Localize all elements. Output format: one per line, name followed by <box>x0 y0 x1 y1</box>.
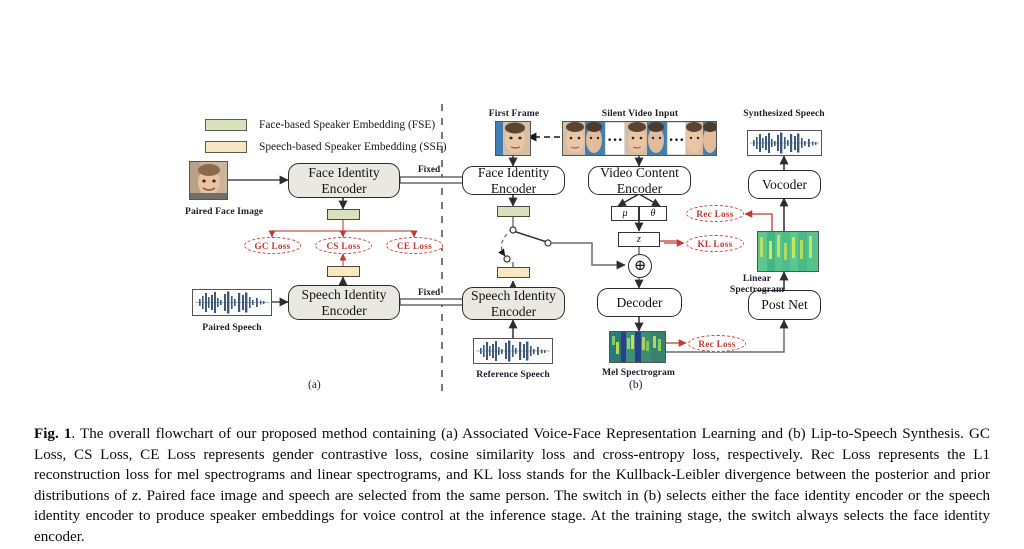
speech-identity-encoder-b: Speech Identity Encoder <box>462 287 565 320</box>
sse-embedding-bar-a <box>327 266 360 277</box>
mel-spectrogram <box>609 331 666 363</box>
first-frame-caption: First Frame <box>488 108 540 119</box>
face-identity-encoder-a: Face Identity Encoder <box>288 163 400 198</box>
decoder-box: Decoder <box>597 288 682 317</box>
synthesized-speech-caption: Synthesized Speech <box>743 108 825 119</box>
sum-plus-symbol: ⊕ <box>633 257 647 274</box>
legend-item-fse: Face-based Speaker Embedding (FSE) <box>205 119 435 131</box>
linear-spectrogram-caption: Linear Spectrogram <box>724 273 790 295</box>
legend-label-sse: Speech-based Speaker Embedding (SSE) <box>259 141 447 153</box>
fixed-label-speech: Fixed <box>418 288 441 298</box>
speech-identity-encoder-a-label: Speech Identity Encoder <box>301 286 387 318</box>
speech-identity-encoder-b-label: Speech Identity Encoder <box>471 287 556 319</box>
identity-switch <box>498 217 552 267</box>
video-content-encoder: Video Content Encoder <box>588 164 691 196</box>
legend-swatch-sse <box>205 141 247 153</box>
reference-speech-caption: Reference Speech <box>476 369 550 380</box>
cs-loss-pill: CS Loss <box>315 237 372 254</box>
legend-item-sse: Speech-based Speaker Embedding (SSE) <box>205 141 447 153</box>
face-identity-encoder-b: Face Identity Encoder <box>462 164 565 196</box>
first-frame-thumbnail <box>495 121 531 156</box>
speech-identity-encoder-a: Speech Identity Encoder <box>288 285 400 320</box>
linear-spectrogram <box>757 231 819 272</box>
paired-face-image-caption: Paired Face Image <box>185 206 264 217</box>
linear-spectrogram-caption-line1: Linear <box>742 273 772 284</box>
synthesized-speech-waveform <box>747 130 822 156</box>
panel-a-tag: (a) <box>308 379 321 391</box>
kl-loss-pill: KL Loss <box>686 235 744 252</box>
paired-speech-caption: Paired Speech <box>202 322 262 333</box>
z-latent-cell: z <box>618 232 660 247</box>
theta-cell: θ <box>639 206 667 221</box>
legend-label-fse: Face-based Speaker Embedding (FSE) <box>259 119 436 131</box>
fse-embedding-bar-a <box>327 209 360 220</box>
fixed-label-face: Fixed <box>418 165 441 175</box>
video-content-encoder-label: Video Content Encoder <box>600 164 679 196</box>
svg-text:•••: ••• <box>669 136 685 146</box>
ce-loss-pill: CE Loss <box>386 237 443 254</box>
fse-embedding-bar-b <box>497 206 530 217</box>
figure-caption: Fig. 1. The overall flowchart of our pro… <box>34 424 990 548</box>
rec-loss-mel-pill: Rec Loss <box>688 335 746 352</box>
mu-cell: μ <box>611 206 639 221</box>
sum-plus-node: ⊕ <box>628 254 652 278</box>
figure-number: Fig. 1 <box>34 426 72 442</box>
face-identity-encoder-b-label: Face Identity Encoder <box>477 164 550 196</box>
panel-b-tag: (b) <box>629 379 643 391</box>
face-identity-encoder-a-label: Face Identity Encoder <box>308 164 380 196</box>
linear-spectrogram-caption-line2: Spectrogram <box>729 284 785 295</box>
gc-loss-pill: GC Loss <box>244 237 301 254</box>
figure-flowchart: Face-based Speaker Embedding (FSE) Speec… <box>0 0 1024 410</box>
caption-text-part2: . Paired face image and speech are selec… <box>34 487 990 545</box>
silent-video-caption: Silent Video Input <box>601 108 679 119</box>
sse-embedding-bar-b <box>497 267 530 278</box>
paired-speech-waveform <box>192 289 272 316</box>
rec-loss-linear-pill: Rec Loss <box>686 205 744 222</box>
paired-face-image <box>189 161 228 200</box>
svg-text:•••: ••• <box>607 136 623 146</box>
legend-swatch-fse <box>205 119 247 131</box>
reference-speech-waveform <box>473 338 553 364</box>
silent-video-strip: ••• ••• <box>562 121 717 156</box>
mel-spectrogram-caption: Mel Spectrogram <box>602 367 675 378</box>
vocoder-box: Vocoder <box>748 170 821 199</box>
